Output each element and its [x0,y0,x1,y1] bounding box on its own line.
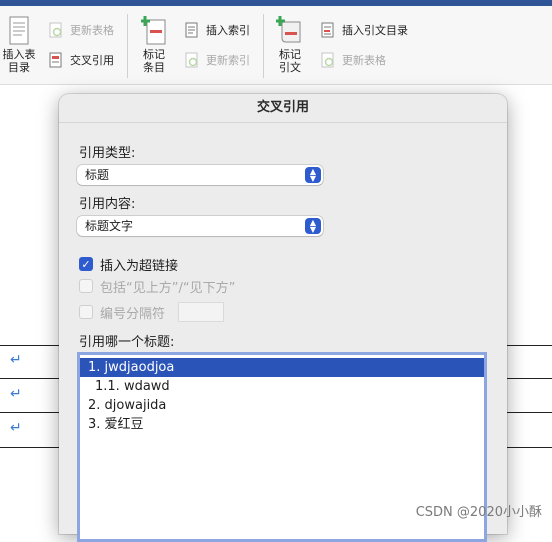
refresh-icon [48,22,64,38]
include-above-below-label: 包括“见上方”/“见下方” [100,277,235,296]
separate-numbers-checkbox[interactable]: 编号分隔符 [79,303,165,321]
chevron-updown-icon: ▲▼ [305,167,321,183]
mark-citation-label: 标记 引文 [272,48,308,74]
checkbox-empty-icon [79,305,93,319]
references-ribbon: 插入表 目录 更新表格 交叉引用 标记 条目 [0,6,552,85]
index-icon [184,22,200,38]
insert-hyperlink-label: 插入为超链接 [100,255,178,274]
reference-content-label: 引用内容: [79,193,135,212]
update-index-button[interactable]: 更新索引 [184,50,250,70]
reference-content-select[interactable]: 标题文字 ▲▼ [77,216,323,236]
cross-reference-button[interactable]: 交叉引用 [48,50,114,70]
mark-entry-button[interactable]: 标记 条目 [136,16,172,74]
update-table-button-2[interactable]: 更新表格 [320,50,386,70]
reference-type-select[interactable]: 标题 ▲▼ [77,165,323,185]
paragraph-mark-icon: ↵ [10,421,22,435]
separate-numbers-label: 编号分隔符 [100,303,165,322]
which-heading-label: 引用哪一个标题: [79,331,174,350]
heading-text: 2. djowajida [88,398,166,413]
reference-type-value: 标题 [85,165,109,185]
insert-toa-label: 插入引文目录 [342,22,408,38]
heading-text: 3. 爱红豆 [88,417,144,432]
dialog-title: 交叉引用 [59,94,507,123]
heading-text: 1.1. wdawd [95,379,170,394]
reference-type-label: 引用类型: [79,142,135,161]
update-table-label-2: 更新表格 [342,52,386,68]
mark-citation-icon [276,16,304,46]
insert-index-label: 插入索引 [206,22,250,38]
reference-content-value: 标题文字 [85,216,133,236]
watermark: CSDN @2020小小酥 [416,501,542,520]
insert-index-button[interactable]: 插入索引 [184,20,250,40]
ribbon-separator [263,14,264,78]
refresh-icon [320,52,336,68]
insert-toc-button[interactable]: 插入表 目录 [2,16,36,74]
list-item[interactable]: 2. djowajida [80,396,484,415]
refresh-icon [184,52,200,68]
separator-input[interactable] [178,302,224,322]
checkbox-empty-icon [79,279,93,293]
list-item[interactable]: 1. jwdjaodjoa [80,358,484,377]
document-icon [8,16,30,46]
insert-toc-label: 插入表 目录 [2,48,36,74]
list-item[interactable]: 1.1. wdawd [80,377,484,396]
paragraph-mark-icon: ↵ [10,387,22,401]
insert-hyperlink-checkbox[interactable]: ✓ 插入为超链接 [79,255,178,273]
update-index-label: 更新索引 [206,52,250,68]
update-table-button-1[interactable]: 更新表格 [48,20,114,40]
update-table-label-1: 更新表格 [70,22,114,38]
cross-reference-label: 交叉引用 [70,52,114,68]
insert-toa-button[interactable]: 插入引文目录 [320,20,408,40]
mark-entry-label: 标记 条目 [136,48,172,74]
ribbon-separator [127,14,128,78]
cross-reference-icon [48,52,64,68]
paragraph-mark-icon: ↵ [10,353,22,367]
table-of-authorities-icon [320,22,336,38]
checkmark-icon: ✓ [79,257,93,271]
mark-entry-icon [141,16,167,46]
list-item[interactable]: 3. 爱红豆 [80,415,484,434]
mark-citation-button[interactable]: 标记 引文 [272,16,308,74]
cross-reference-dialog: 交叉引用 引用类型: 标题 ▲▼ 引用内容: 标题文字 ▲▼ ✓ 插入为超链接 … [59,94,507,534]
include-above-below-checkbox[interactable]: 包括“见上方”/“见下方” [79,277,235,295]
heading-text: 1. jwdjaodjoa [88,360,174,375]
chevron-updown-icon: ▲▼ [305,218,321,234]
